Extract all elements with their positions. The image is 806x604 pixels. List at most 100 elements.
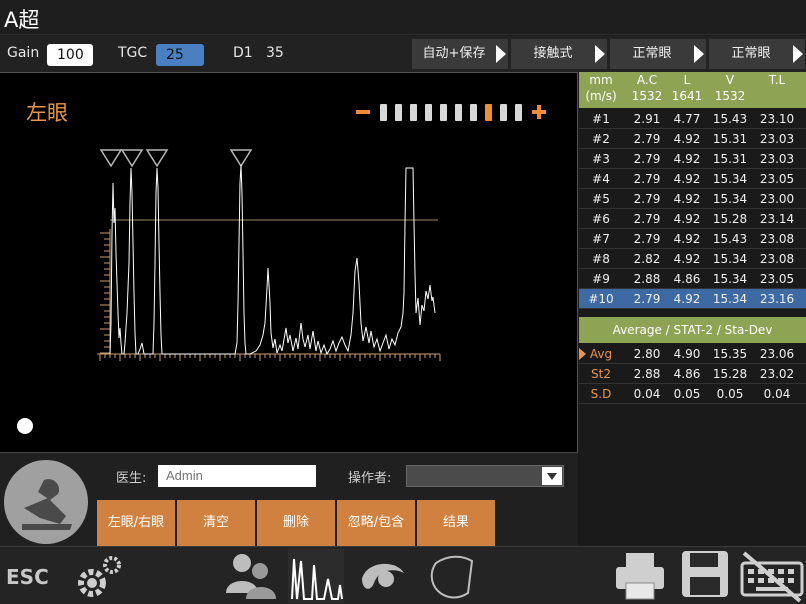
header-l-speed: 1641 xyxy=(671,89,703,103)
cell-v: 15.34 xyxy=(712,192,748,206)
print-icon[interactable] xyxy=(612,549,668,603)
measurement-row[interactable]: #1 2.91 4.77 15.43 23.10 xyxy=(579,109,806,129)
table-header: mm (m/s) A.C 1532 L 1641 V 1532 T.L xyxy=(579,72,806,108)
cell-l: 4.92 xyxy=(673,292,701,306)
b-scan-icon[interactable] xyxy=(356,549,412,603)
tgc-label: TGC xyxy=(118,45,148,61)
app-title: A超 xyxy=(4,8,40,32)
eye-type-button-2[interactable]: 正常眼 xyxy=(709,39,805,69)
probe-indicator xyxy=(17,418,33,434)
cell-v: 15.43 xyxy=(712,232,748,246)
cell-l: 4.92 xyxy=(673,172,701,186)
cell-l: 4.92 xyxy=(673,192,701,206)
measurement-row[interactable]: #7 2.79 4.92 15.43 23.08 xyxy=(579,229,806,249)
measurement-row[interactable]: #10 2.79 4.92 15.34 23.16 xyxy=(579,289,806,309)
stat-v: 0.05 xyxy=(716,387,744,401)
result-button[interactable]: 结果 xyxy=(417,500,495,546)
doctor-input[interactable] xyxy=(158,465,316,487)
stat-l: 4.90 xyxy=(673,347,701,361)
control-area: 医生: 操作者: 左眼/右眼 清空 删除 忽略/包含 结果 xyxy=(0,452,578,546)
stat-tl: 23.02 xyxy=(759,367,795,381)
echo-trace xyxy=(109,164,436,356)
stats-row: S.D 0.04 0.05 0.05 0.04 xyxy=(579,384,806,404)
tgc-field[interactable]: 25 xyxy=(156,44,204,66)
settings-icon[interactable] xyxy=(74,549,126,603)
cell-tl: 23.16 xyxy=(759,292,795,306)
measurement-row[interactable]: #8 2.82 4.92 15.34 23.08 xyxy=(579,249,806,269)
gate-marker-1 xyxy=(99,149,123,168)
cell-tl: 23.05 xyxy=(759,172,795,186)
cell-v: 15.34 xyxy=(712,252,748,266)
x-axis-ticks xyxy=(99,354,441,361)
measurement-row[interactable]: #4 2.79 4.92 15.34 23.05 xyxy=(579,169,806,189)
cell-l: 4.92 xyxy=(673,132,701,146)
auto-save-mode-button[interactable]: 自动+保存 xyxy=(412,39,508,69)
delete-button[interactable]: 删除 xyxy=(257,500,335,546)
cell-ac: 2.79 xyxy=(633,232,661,246)
gain-field[interactable]: 100 xyxy=(47,44,93,66)
gate-markers xyxy=(99,149,253,168)
keyboard-off-icon[interactable] xyxy=(740,549,804,603)
save-icon[interactable] xyxy=(680,549,732,603)
a-scan-display[interactable]: 左眼 xyxy=(0,72,578,452)
chevron-down-icon[interactable] xyxy=(542,467,562,485)
measurement-row[interactable]: #3 2.79 4.92 15.31 23.03 xyxy=(579,149,806,169)
stats-header: Average / STAT-2 / Sta-Dev xyxy=(579,317,806,343)
cell-ac: 2.79 xyxy=(633,292,661,306)
stat-v: 15.35 xyxy=(712,347,748,361)
header-ac: A.C xyxy=(636,73,658,87)
cell-v: 15.28 xyxy=(712,212,748,226)
gain-label: Gain xyxy=(7,45,40,61)
measurement-row[interactable]: #5 2.79 4.92 15.34 23.00 xyxy=(579,189,806,209)
y-axis-ticks xyxy=(100,232,110,354)
esc-button[interactable]: ESC xyxy=(6,565,49,589)
cell-id: #4 xyxy=(592,172,610,186)
operator-select[interactable] xyxy=(406,465,564,487)
eye-type-button[interactable]: 正常眼 xyxy=(610,39,706,69)
d1-value: 35 xyxy=(266,45,284,61)
stat-l: 4.86 xyxy=(673,367,701,381)
stat-name: St2 xyxy=(591,367,611,381)
biometry-icon[interactable] xyxy=(424,549,480,603)
cell-v: 15.31 xyxy=(712,132,748,146)
cell-tl: 23.08 xyxy=(759,252,795,266)
stat-tl: 0.04 xyxy=(763,387,791,401)
cell-v: 15.34 xyxy=(712,272,748,286)
measurement-row[interactable]: #9 2.88 4.86 15.34 23.05 xyxy=(579,269,806,289)
patients-icon[interactable] xyxy=(222,549,278,603)
measurement-row[interactable]: #6 2.79 4.92 15.28 23.14 xyxy=(579,209,806,229)
clear-button[interactable]: 清空 xyxy=(177,500,255,546)
a-scan-icon[interactable] xyxy=(288,549,344,603)
stats-row: St2 2.88 4.86 15.28 23.02 xyxy=(579,364,806,384)
cell-ac: 2.91 xyxy=(633,112,661,126)
cell-id: #9 xyxy=(592,272,610,286)
cell-ac: 2.79 xyxy=(633,152,661,166)
stat-ac: 2.80 xyxy=(633,347,661,361)
cell-l: 4.92 xyxy=(673,252,701,266)
cell-tl: 23.08 xyxy=(759,232,795,246)
header-v-speed: 1532 xyxy=(714,89,746,103)
stat-l: 0.05 xyxy=(673,387,701,401)
cell-l: 4.92 xyxy=(673,212,701,226)
parameter-bar: Gain 100 TGC 25 D1 35 自动+保存 接触式 正常眼 正常眼 xyxy=(0,36,806,72)
gate-marker-3 xyxy=(145,149,169,168)
left-right-eye-button[interactable]: 左眼/右眼 xyxy=(97,500,175,546)
cell-v: 15.31 xyxy=(712,152,748,166)
cell-l: 4.92 xyxy=(673,232,701,246)
stat-ac: 0.04 xyxy=(633,387,661,401)
cell-l: 4.77 xyxy=(673,112,701,126)
gate-marker-4 xyxy=(229,149,253,168)
a-scan-waveform xyxy=(97,149,441,361)
ignore-include-button[interactable]: 忽略/包含 xyxy=(337,500,415,546)
cell-ac: 2.79 xyxy=(633,192,661,206)
bottom-toolbar: ESC xyxy=(0,546,806,604)
measurement-row[interactable]: #2 2.79 4.92 15.31 23.03 xyxy=(579,129,806,149)
foot-pedal-icon xyxy=(22,479,72,530)
cell-v: 15.34 xyxy=(712,292,748,306)
cell-ac: 2.79 xyxy=(633,132,661,146)
contact-mode-button[interactable]: 接触式 xyxy=(511,39,607,69)
cell-ac: 2.82 xyxy=(633,252,661,266)
foot-pedal-button[interactable] xyxy=(4,460,88,544)
cell-ac: 2.79 xyxy=(633,212,661,226)
gate-marker-2 xyxy=(120,149,144,168)
